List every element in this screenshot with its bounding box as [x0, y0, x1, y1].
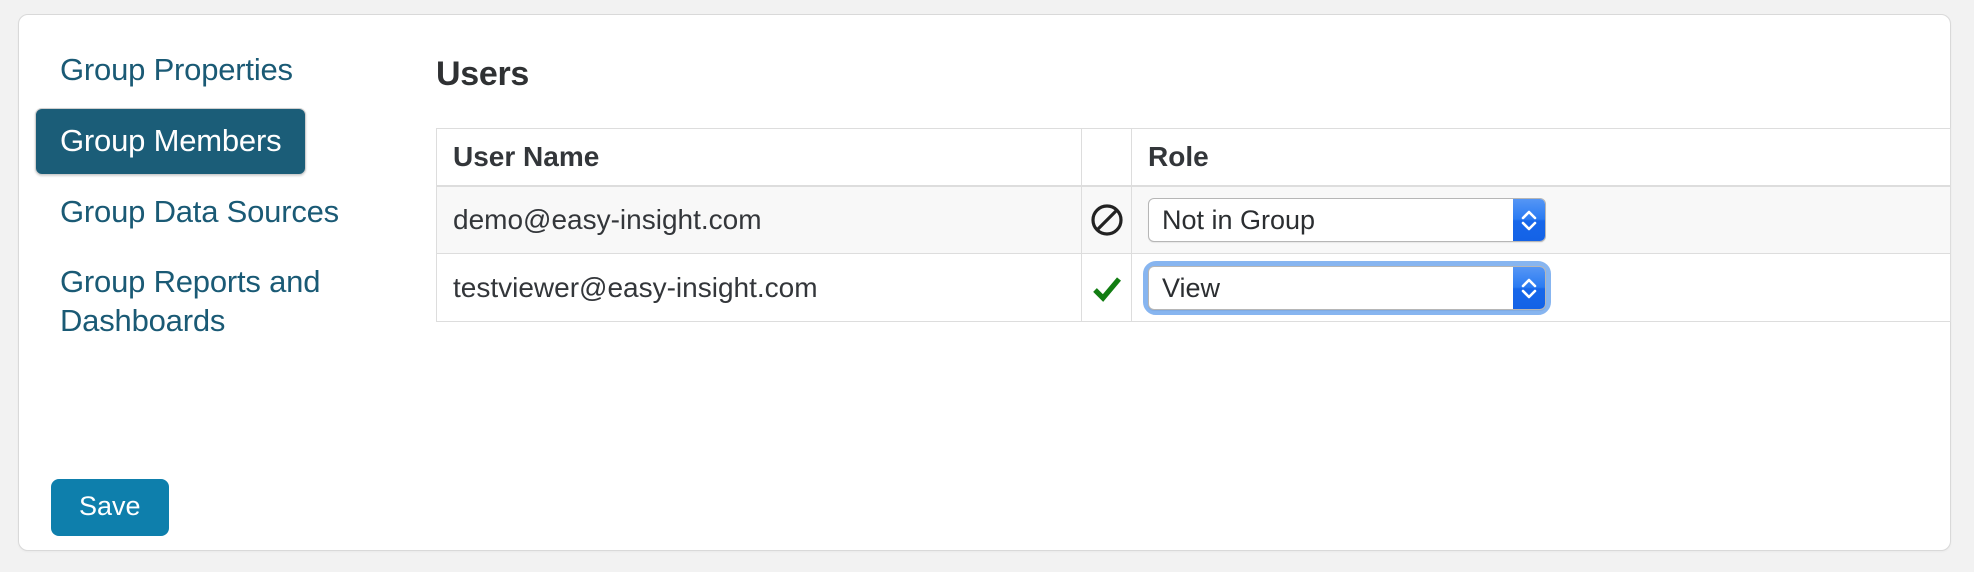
column-header-role: Role	[1131, 128, 1951, 187]
sidebar-item-group-members-wrap: Group Members	[35, 107, 405, 179]
role-select-value-row-2: View	[1162, 272, 1221, 303]
stepper-arrows-icon-row-2[interactable]	[1513, 266, 1545, 309]
cell-user-name: testviewer@easy-insight.com	[436, 253, 1082, 322]
page-right-edge	[1956, 0, 1974, 572]
settings-panel-card: Group Properties Group Members Group Dat…	[18, 14, 1951, 551]
cell-membership-status	[1081, 253, 1132, 322]
table-row: demo@easy-insight.com Not in Group	[436, 185, 1951, 254]
column-header-status	[1081, 128, 1132, 187]
cell-role: View	[1131, 253, 1951, 322]
cell-user-name: demo@easy-insight.com	[436, 185, 1082, 254]
role-select-row-2[interactable]: View	[1143, 260, 1551, 315]
table-header-row: User Name Role	[436, 128, 1951, 187]
sidebar-item-group-reports-and-dashboards[interactable]: Group Reports and Dashboards	[35, 249, 405, 355]
stepper-arrows-icon-row-1[interactable]	[1513, 198, 1545, 241]
group-settings-sidebar: Group Properties Group Members Group Dat…	[35, 37, 405, 359]
save-button[interactable]: Save	[51, 479, 169, 536]
cell-role: Not in Group	[1131, 185, 1951, 254]
prohibited-icon	[1090, 203, 1124, 237]
sidebar-item-group-data-sources[interactable]: Group Data Sources	[35, 179, 405, 246]
role-select-row-1[interactable]: Not in Group	[1148, 197, 1546, 242]
role-select-value-row-1: Not in Group	[1162, 204, 1316, 235]
page-title: Users	[436, 55, 530, 93]
users-table-head: User Name Role	[436, 128, 1951, 187]
check-icon	[1090, 271, 1124, 305]
users-table-body: demo@easy-insight.com Not in Group testv…	[436, 185, 1951, 322]
users-table: User Name Role demo@easy-insight.com Not…	[436, 128, 1951, 322]
sidebar-item-group-properties[interactable]: Group Properties	[35, 37, 405, 104]
cell-membership-status	[1081, 185, 1132, 254]
sidebar-item-group-members[interactable]: Group Members	[35, 107, 307, 175]
table-row: testviewer@easy-insight.com View	[436, 253, 1951, 322]
column-header-user-name: User Name	[436, 128, 1082, 187]
